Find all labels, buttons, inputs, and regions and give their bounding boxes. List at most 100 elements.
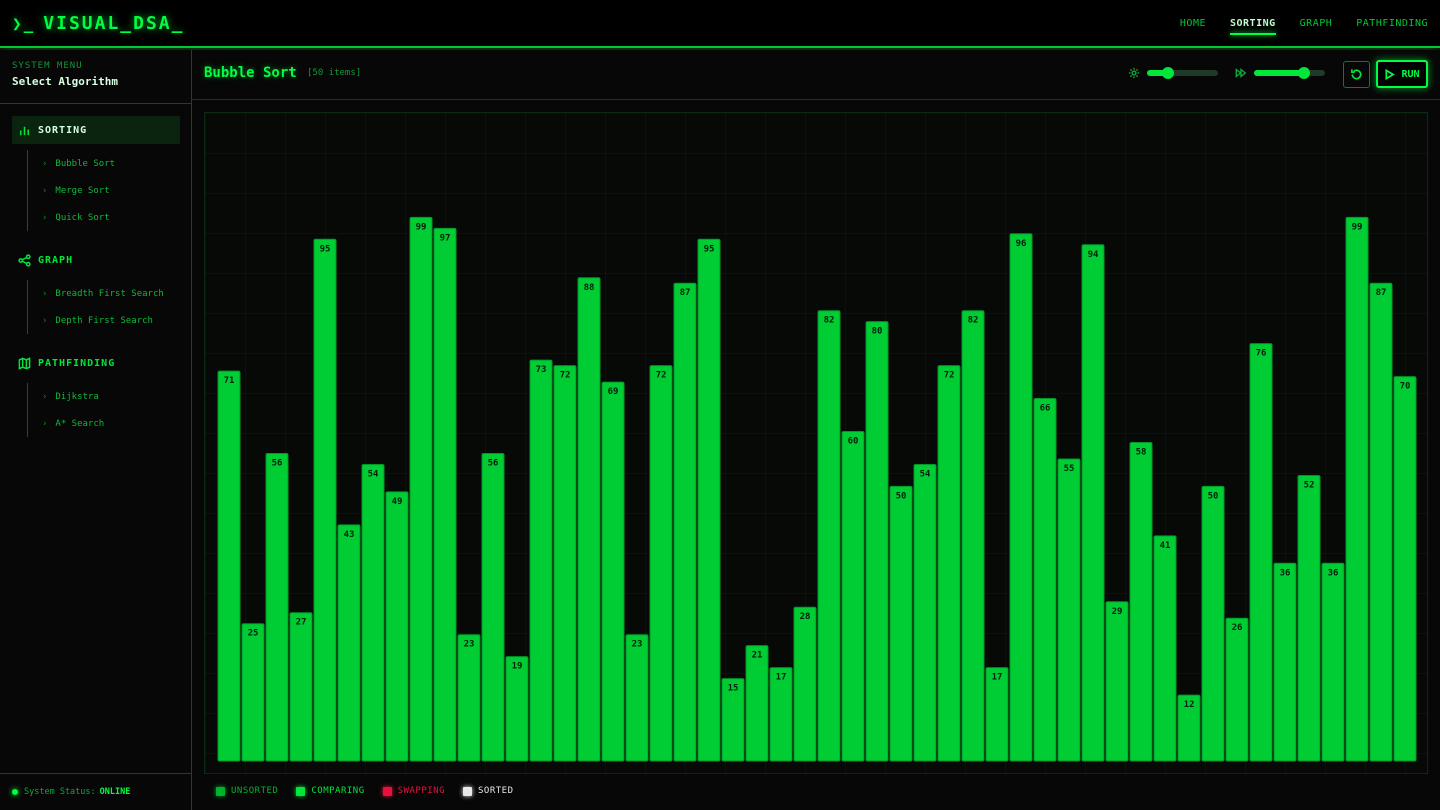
map-icon (18, 356, 31, 370)
nav-sorting-link[interactable]: SORTING (1230, 18, 1276, 35)
bar-33 (1009, 233, 1033, 762)
bar-31 (961, 310, 985, 762)
page-title: Bubble Sort (204, 65, 297, 81)
bar-10 (457, 634, 481, 762)
sidebar-item-dijkstra[interactable]: › Dijkstra (42, 383, 180, 410)
pathfinding-algorithm-list: › Dijkstra › A* Search (27, 383, 180, 437)
bar-4 (313, 238, 337, 762)
bar-1 (241, 623, 265, 762)
bar-35 (1057, 458, 1081, 762)
bar-value-label-7: 49 (392, 497, 403, 507)
bar-value-label-25: 82 (824, 316, 835, 326)
bar-37 (1105, 601, 1129, 762)
sidebar-item-a-star[interactable]: › A* Search (42, 410, 180, 437)
chevron-right-icon: › (42, 315, 48, 326)
chevron-right-icon: › (42, 212, 48, 223)
top-navigation-bar: ❯_ VISUAL_DSA_ HOME SORTING GRAPH PATHFI… (0, 0, 1440, 48)
speed-slider-handle[interactable] (1298, 67, 1311, 79)
bar-value-label-24: 28 (800, 612, 811, 622)
bar-value-label-37: 29 (1112, 607, 1123, 617)
bar-43 (1249, 343, 1273, 762)
nav-pathfinding-link[interactable]: PATHFINDING (1356, 18, 1428, 31)
bar-value-label-18: 72 (656, 371, 667, 381)
bar-value-label-1: 25 (248, 629, 259, 639)
speed-slider[interactable] (1254, 67, 1325, 79)
bar-29 (913, 463, 937, 762)
bar-value-label-21: 15 (728, 684, 739, 694)
bar-value-label-22: 21 (752, 651, 763, 661)
bar-41 (1201, 485, 1225, 762)
sidebar-subtitle: SYSTEM MENU (12, 61, 83, 71)
bar-value-label-45: 52 (1304, 480, 1315, 490)
bar-30 (937, 365, 961, 762)
play-icon (1385, 68, 1396, 80)
speed-control (1235, 67, 1325, 79)
bar-value-label-41: 50 (1208, 491, 1219, 501)
gear-icon (1128, 67, 1140, 79)
main-nav: HOME SORTING GRAPH PATHFINDING (1180, 0, 1428, 48)
sidebar-item-label: PATHFINDING (38, 357, 116, 369)
bar-value-label-23: 17 (776, 673, 787, 683)
sidebar-item-label: Bubble Sort (55, 158, 116, 169)
bar-36 (1081, 244, 1105, 762)
bar-value-label-31: 82 (968, 316, 979, 326)
legend-swatch-sorted (463, 786, 472, 796)
sidebar-item-pathfinding[interactable]: PATHFINDING (12, 349, 180, 377)
legend: UNSORTED COMPARING SWAPPING SORTED (216, 786, 514, 796)
speed-slider-fill (1254, 70, 1305, 76)
sidebar-item-label: SORTING (38, 124, 88, 136)
bar-14 (553, 365, 577, 762)
sidebar-item-bfs[interactable]: › Breadth First Search (42, 280, 180, 307)
bar-value-label-34: 66 (1040, 404, 1051, 414)
run-button[interactable]: RUN (1376, 60, 1428, 88)
bar-value-label-12: 19 (512, 662, 523, 672)
bar-value-label-27: 80 (872, 327, 883, 337)
bar-22 (745, 645, 769, 762)
system-status: System Status: ONLINE (0, 773, 191, 810)
sidebar-item-label: A* Search (55, 418, 105, 429)
bar-value-label-0: 71 (224, 376, 235, 386)
sidebar-item-label: Breadth First Search (55, 288, 164, 299)
item-count-badge: [50 items] (307, 68, 362, 78)
app-logo[interactable]: ❯_ VISUAL_DSA_ (12, 13, 184, 34)
nav-home-link[interactable]: HOME (1180, 18, 1206, 31)
bar-value-label-29: 54 (920, 469, 931, 479)
bar-value-label-46: 36 (1328, 568, 1339, 578)
sidebar-group-graph: GRAPH › Breadth First Search › Depth First… (12, 246, 180, 334)
array-size-slider-handle[interactable] (1161, 67, 1174, 79)
status-indicator-dot (12, 789, 18, 795)
bar-value-label-9: 97 (440, 233, 451, 243)
sidebar-item-quick-sort[interactable]: › Quick Sort (42, 204, 180, 231)
bar-11 (481, 452, 505, 762)
bar-0 (217, 370, 241, 762)
reset-button[interactable] (1343, 61, 1370, 88)
sidebar-item-label: Merge Sort (55, 185, 110, 196)
bar-17 (625, 634, 649, 762)
bar-2 (265, 452, 289, 762)
nav-graph-link[interactable]: GRAPH (1300, 18, 1333, 31)
chevron-right-icon: › (42, 391, 48, 402)
bar-value-label-13: 73 (536, 365, 547, 375)
bar-value-label-39: 41 (1160, 541, 1171, 551)
bar-44 (1273, 562, 1297, 762)
sidebar-item-label: Quick Sort (55, 212, 110, 223)
bar-value-label-4: 95 (320, 244, 331, 254)
bar-28 (889, 485, 913, 762)
sidebar-item-label: GRAPH (38, 254, 74, 266)
bar-value-label-3: 27 (296, 618, 307, 628)
bar-value-label-38: 58 (1136, 447, 1147, 457)
graph-algorithm-list: › Breadth First Search › Depth First Searc… (27, 280, 180, 334)
sidebar-item-sorting[interactable]: SORTING (12, 116, 180, 144)
bar-value-label-47: 99 (1352, 222, 1363, 232)
bar-value-label-6: 54 (368, 469, 379, 479)
bar-value-label-10: 23 (464, 640, 475, 650)
array-size-slider[interactable] (1147, 67, 1218, 79)
bar-value-label-19: 87 (680, 288, 691, 298)
sidebar-group-sorting: SORTING › Bubble Sort › Merge Sort › Quick … (12, 116, 180, 231)
sidebar-item-graph[interactable]: GRAPH (12, 246, 180, 274)
sidebar-item-dfs[interactable]: › Depth First Search (42, 307, 180, 334)
sidebar-item-merge-sort[interactable]: › Merge Sort (42, 177, 180, 204)
bar-8 (409, 216, 433, 762)
fast-forward-icon (1235, 68, 1247, 78)
sidebar-item-bubble-sort[interactable]: › Bubble Sort (42, 150, 180, 177)
